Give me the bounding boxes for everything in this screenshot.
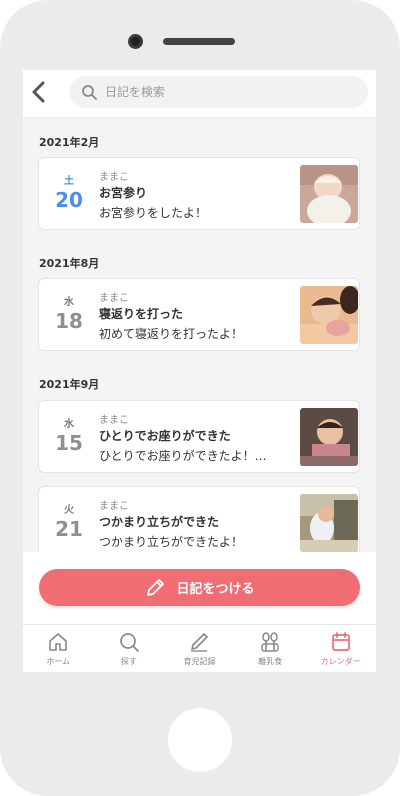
day-number: 21 — [55, 517, 83, 541]
day-number: 15 — [55, 431, 83, 455]
write-diary-label: 日記をつける — [176, 582, 255, 597]
month-header: 2021年9月 — [39, 378, 100, 391]
diary-list: 2021年2月 土 20 ままこ お宮参り お宮参りをしたよ！ 2021年8月 … — [23, 118, 376, 552]
entry-body: つかまり立ちができたよ！ — [99, 535, 244, 549]
write-diary-button[interactable]: 日記をつける — [39, 569, 360, 606]
tab-childcare-record[interactable]: 育児記録 — [164, 625, 235, 672]
speaker-grille — [163, 38, 235, 45]
entry-body: お宮参りをしたよ！ — [99, 206, 208, 220]
calendar-icon — [331, 632, 350, 651]
entry-body: 初めて寝返りを打ったよ！ — [99, 327, 244, 341]
entry-photo — [300, 494, 358, 552]
author-name: ままこ — [99, 172, 129, 183]
tab-label: 育児記録 — [183, 657, 216, 666]
camera-icon — [128, 34, 143, 49]
pencil-icon — [191, 633, 209, 652]
bottom-tab-bar: ホーム 探す 育児記録 離乳食 カレンダー — [23, 624, 376, 672]
entry-photo — [300, 286, 358, 344]
app-screen: 2021年2月 土 20 ままこ お宮参り お宮参りをしたよ！ 20 — [23, 70, 376, 672]
month-header: 2021年2月 — [39, 136, 100, 149]
search-icon — [120, 633, 139, 652]
tab-search[interactable]: 探す — [94, 625, 165, 672]
entry-title: お宮参り — [99, 186, 148, 200]
tab-baby-food[interactable]: 離乳食 — [235, 625, 306, 672]
chevron-left-icon — [32, 81, 45, 103]
search-icon — [82, 85, 97, 100]
month-header: 2021年8月 — [39, 257, 100, 270]
search-input[interactable] — [105, 85, 345, 99]
back-button[interactable] — [29, 80, 51, 104]
entry-photo — [300, 408, 358, 466]
day-number: 20 — [55, 188, 83, 212]
entry-title: ひとりでお座りができた — [99, 429, 231, 443]
tab-label: ホーム — [46, 657, 71, 666]
home-icon — [49, 633, 68, 651]
entry-title: 寝返りを打った — [99, 307, 184, 321]
action-area: 日記をつける — [23, 552, 376, 624]
entry-body: ひとりでお座りができたよ！… — [99, 449, 267, 463]
tab-calendar[interactable]: カレンダー — [305, 625, 376, 672]
entry-title: つかまり立ちができた — [99, 515, 220, 529]
tab-label: カレンダー — [320, 657, 361, 666]
weekday-label: 水 — [64, 419, 74, 430]
weekday-label: 火 — [64, 505, 74, 516]
entry-photo — [300, 165, 358, 223]
author-name: ままこ — [99, 501, 129, 512]
diary-card[interactable]: 土 20 ままこ お宮参り お宮参りをしたよ！ — [38, 157, 360, 230]
author-name: ままこ — [99, 293, 129, 304]
tab-home[interactable]: ホーム — [23, 625, 94, 672]
weekday-label: 土 — [64, 176, 74, 187]
search-box[interactable] — [69, 76, 368, 108]
tab-label: 離乳食 — [258, 657, 283, 666]
diary-card[interactable]: 水 18 ままこ 寝返りを打った 初めて寝返りを打ったよ！ — [38, 278, 360, 351]
tab-label: 探す — [120, 657, 137, 666]
pencil-icon — [147, 578, 165, 596]
utensils-icon — [261, 632, 279, 652]
author-name: ままこ — [99, 415, 129, 426]
diary-card[interactable]: 火 21 ままこ つかまり立ちができた つかまり立ちができたよ！ — [38, 486, 360, 552]
day-number: 18 — [55, 309, 83, 333]
header-bar — [23, 70, 376, 118]
diary-card[interactable]: 水 15 ままこ ひとりでお座りができた ひとりでお座りができたよ！… — [38, 400, 360, 473]
phone-frame: 2021年2月 土 20 ままこ お宮参り お宮参りをしたよ！ 20 — [0, 0, 400, 796]
weekday-label: 水 — [64, 297, 74, 308]
home-hardware-button[interactable] — [168, 708, 232, 772]
